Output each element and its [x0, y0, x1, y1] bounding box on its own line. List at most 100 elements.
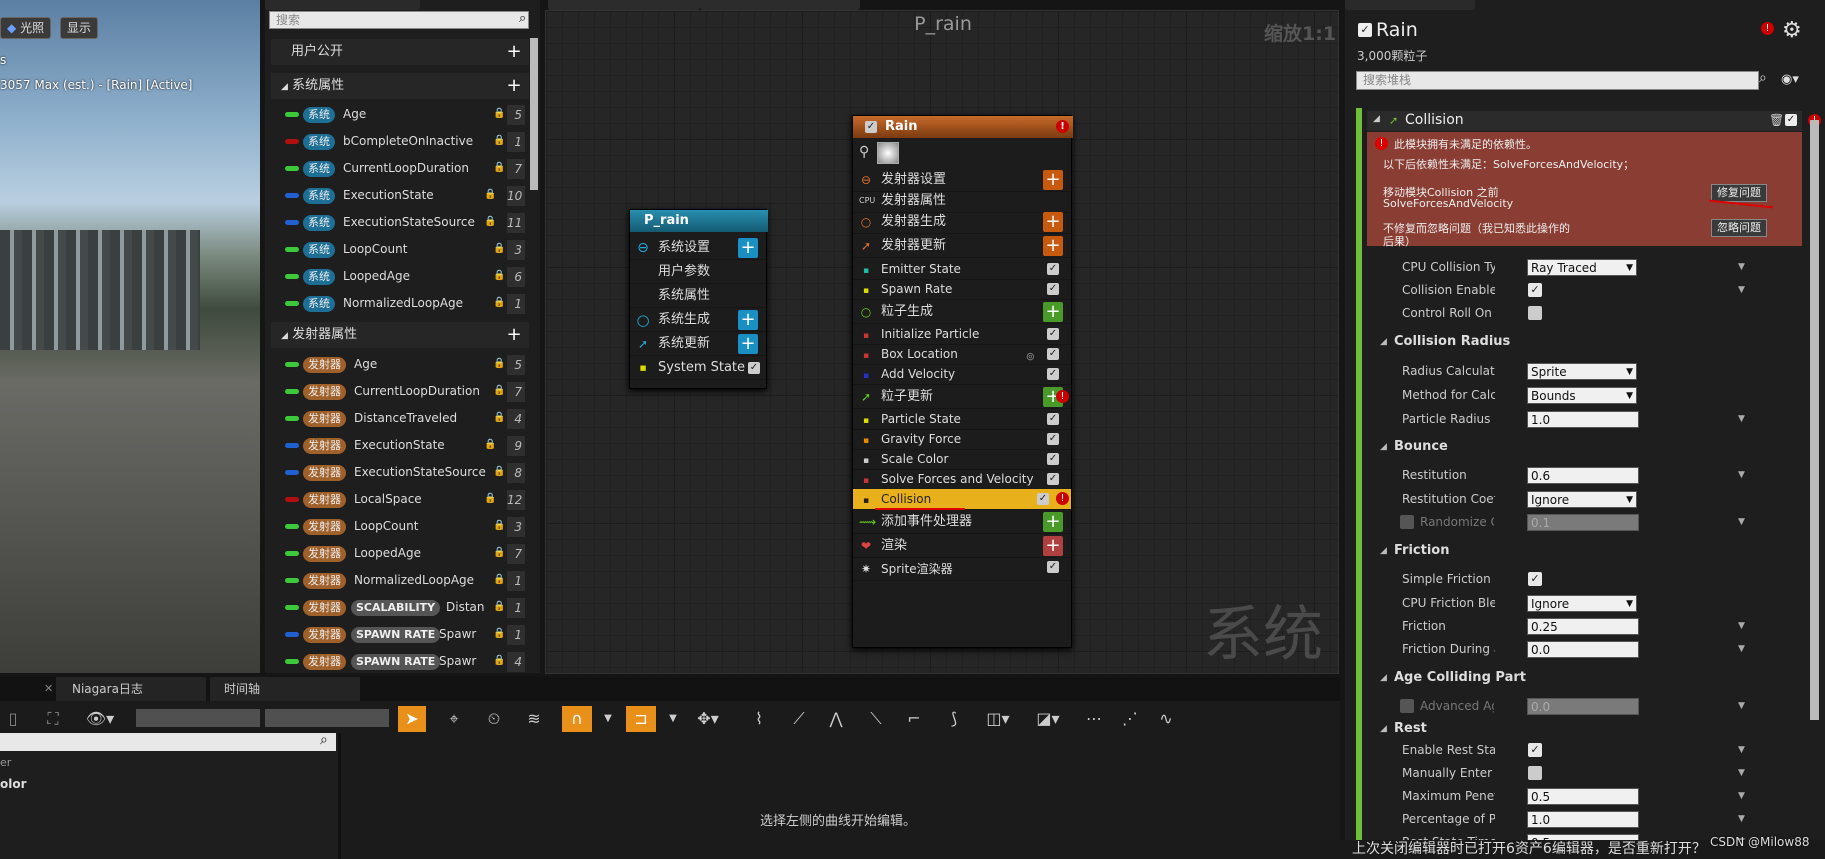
system-spawn-row[interactable]: ○ 系统生成 + [630, 308, 766, 332]
param-row[interactable]: 系统 CurrentLoopDuration 🔒 7 [285, 158, 540, 180]
param-row[interactable]: 系统 NormalizedLoopAge 🔒 1 [285, 293, 540, 315]
curve-view-icon[interactable]: ≋ [520, 706, 548, 732]
panel-scrollbar[interactable] [1810, 120, 1819, 720]
enabled-checkbox[interactable]: ✓ [1047, 453, 1059, 465]
move-icon[interactable]: ✥▾ [690, 706, 726, 732]
radius-calc-dropdown[interactable]: Sprite [1527, 363, 1637, 381]
scale-color-row[interactable]: ▪ Scale Color ✓ [853, 449, 1071, 470]
frame-icon[interactable]: ▯ [0, 706, 26, 732]
param-row[interactable]: 系统 bCompleteOnInactive 🔒 1 [285, 131, 540, 153]
add-icon[interactable]: + [1043, 170, 1063, 190]
param-row[interactable]: 发射器 SCALABILITY Distan 🔒 1 [285, 597, 540, 619]
search-icon[interactable]: ⌕ [320, 732, 328, 748]
straighten-icon[interactable]: ⋰ [1116, 706, 1144, 732]
collapse-arrow-icon[interactable]: ◢ [1380, 442, 1387, 452]
method-dropdown[interactable]: Bounds [1527, 387, 1637, 405]
flatten-icon[interactable]: ⋯ [1080, 706, 1108, 732]
emitter-node[interactable]: ✓ Rain! ⚲ ⊖ 发射器设置 + CPU 发射器属性 ○ 发射器生成 + ➚ 发射器更新 + ▪ E… [852, 115, 1073, 648]
curve-value-input[interactable] [136, 709, 260, 727]
add-icon[interactable]: + [1043, 302, 1063, 322]
timing-icon[interactable]: ⏲ [480, 706, 508, 732]
system-node[interactable]: P_rain ⊖ 系统设置 + 用户参数 系统属性 ○ 系统生成 + ➚ 系统更新 + ■ S… [629, 209, 768, 389]
emitter-enable-checkbox[interactable]: ✓ [865, 121, 877, 133]
params-search-input[interactable]: 搜索 [269, 11, 529, 29]
chevron-down-icon[interactable]: ▼ [1738, 470, 1745, 480]
solve-forces-row[interactable]: ▪ Solve Forces and Velocity ✓ [853, 469, 1071, 490]
enabled-checkbox[interactable]: ✓ [1047, 348, 1059, 360]
system-update-row[interactable]: ➚ 系统更新 + [630, 332, 766, 356]
tangent-user-icon[interactable]: ⟋ [785, 706, 813, 732]
pre-infinity-icon[interactable]: ◫▾ [980, 706, 1016, 732]
collapse-arrow-icon[interactable]: ◢ [1380, 546, 1387, 556]
chevron-down-icon[interactable]: ▼ [1738, 791, 1745, 801]
snap-icon[interactable]: ⊐ [626, 706, 656, 732]
chevron-down-icon[interactable]: ▼ [1738, 768, 1745, 778]
restitution-input[interactable]: 0.6 [1527, 467, 1639, 484]
enabled-checkbox[interactable]: ✓ [1047, 328, 1059, 340]
add-system-param-icon[interactable]: + [505, 77, 523, 95]
friction-input[interactable]: 0.25 [1527, 618, 1639, 635]
user-public-header[interactable]: 用户公开 + [271, 39, 529, 65]
tangent-break-icon[interactable]: ⋀ [822, 706, 850, 732]
param-row[interactable]: 发射器 SPAWN RATE Spawr 🔒 4 [285, 651, 540, 673]
add-icon[interactable]: + [738, 238, 758, 258]
add-icon[interactable]: + [1043, 512, 1063, 532]
sec-radius-header[interactable]: Collision Radius [1394, 334, 1510, 349]
param-row[interactable]: 发射器 ExecutionStateSource 🔒 8 [285, 462, 540, 484]
param-row[interactable]: 发射器 ExecutionState 🔒 9 [285, 435, 540, 457]
param-row[interactable]: 发射器 Age 🔒 5 [285, 354, 540, 376]
chevron-down-icon[interactable]: ▼ [1738, 701, 1745, 711]
emitter-update-row[interactable]: ➚ 发射器更新 + [853, 234, 1071, 258]
manual-rest-checkbox[interactable] [1528, 766, 1542, 780]
rest-coef-dropdown[interactable]: Ignore [1527, 491, 1637, 509]
param-row[interactable]: 系统 Age 🔒 5 [285, 104, 540, 126]
frame-selection-icon[interactable]: ⌖ [440, 706, 468, 732]
param-row[interactable]: 发射器 LoopedAge 🔒 7 [285, 543, 540, 565]
enabled-checkbox[interactable]: ✓ [1037, 493, 1049, 505]
emitter-state-row[interactable]: ▪ Emitter State ✓ [853, 259, 1071, 280]
chevron-down-icon[interactable]: ▼ [1738, 285, 1745, 295]
sec-bounce-header[interactable]: Bounce [1394, 439, 1448, 454]
curve-filter-icon[interactable]: ∿ [1152, 706, 1180, 732]
add-event-handler-row[interactable]: ⟿ 添加事件处理器 + [853, 510, 1071, 534]
prad-input[interactable]: 1.0 [1527, 411, 1639, 428]
particle-spawn-row[interactable]: ○ 粒子生成 + [853, 300, 1071, 324]
cpu-type-dropdown[interactable]: Ray Traced [1527, 259, 1637, 277]
add-icon[interactable]: + [738, 310, 758, 330]
param-row[interactable]: 发射器 NormalizedLoopAge 🔒 1 [285, 570, 540, 592]
splitter[interactable] [338, 733, 341, 859]
emitter-spawn-row[interactable]: ○ 发射器生成 + [853, 210, 1071, 234]
sprite-renderer-row[interactable]: ✷ Sprite渲染器 ✓ [853, 557, 1071, 581]
enabled-checkbox[interactable]: ✓ [748, 362, 760, 374]
enabled-checkbox[interactable]: ✓ [1047, 473, 1059, 485]
param-row[interactable]: 发射器 DistanceTraveled 🔒 4 [285, 408, 540, 430]
add-icon[interactable]: + [1043, 536, 1063, 556]
lighting-button[interactable]: ◆ 光照 [0, 17, 52, 39]
chevron-down-icon[interactable]: ▼ [1738, 644, 1745, 654]
weighted-icon[interactable]: ⟆ [940, 706, 968, 732]
graph-tab[interactable] [548, 0, 700, 10]
system-attrs-row[interactable]: 系统属性 [630, 284, 766, 308]
eye-icon[interactable]: 👁▾ [82, 706, 118, 732]
preview-viewport[interactable]: ◆ 光照 显示 s 3057 Max (est.) - [Rain] [Acti… [0, 0, 260, 673]
select-arrow-icon[interactable]: ➤ [398, 706, 426, 732]
chevron-down-icon[interactable]: ▼ [665, 706, 681, 732]
chevron-down-icon[interactable]: ▼ [1738, 745, 1745, 755]
collapse-arrow-icon[interactable]: ◢ [1380, 673, 1387, 683]
search-icon[interactable]: ⌕ [519, 11, 526, 26]
enabled-checkbox[interactable]: ✓ [1047, 433, 1059, 445]
constant-icon[interactable]: ⌐ [900, 706, 928, 732]
emitter-enable-checkbox[interactable]: ✓ [1358, 23, 1372, 37]
enabled-checkbox[interactable]: ✓ [1047, 263, 1059, 275]
sec-age-header[interactable]: Age Colliding Part [1394, 670, 1526, 685]
render-row[interactable]: ❤ 渲染 + [853, 534, 1071, 558]
user-params-row[interactable]: 用户参数 [630, 260, 766, 284]
system-graph[interactable]: P_rain 缩放1:1 系统 P_rain ⊖ 系统设置 + 用户参数 系统属性 … [545, 10, 1339, 674]
curve-item-1[interactable]: er [0, 756, 11, 769]
curve-search-input[interactable] [0, 733, 336, 751]
add-user-param-icon[interactable]: + [505, 43, 523, 61]
collapse-arrow-icon[interactable]: ◢ [1380, 337, 1387, 347]
enable-rest-checkbox[interactable]: ✓ [1528, 743, 1542, 757]
enabled-checkbox[interactable]: ✓ [1047, 368, 1059, 380]
pin-icon[interactable]: ⚲ [859, 144, 869, 160]
